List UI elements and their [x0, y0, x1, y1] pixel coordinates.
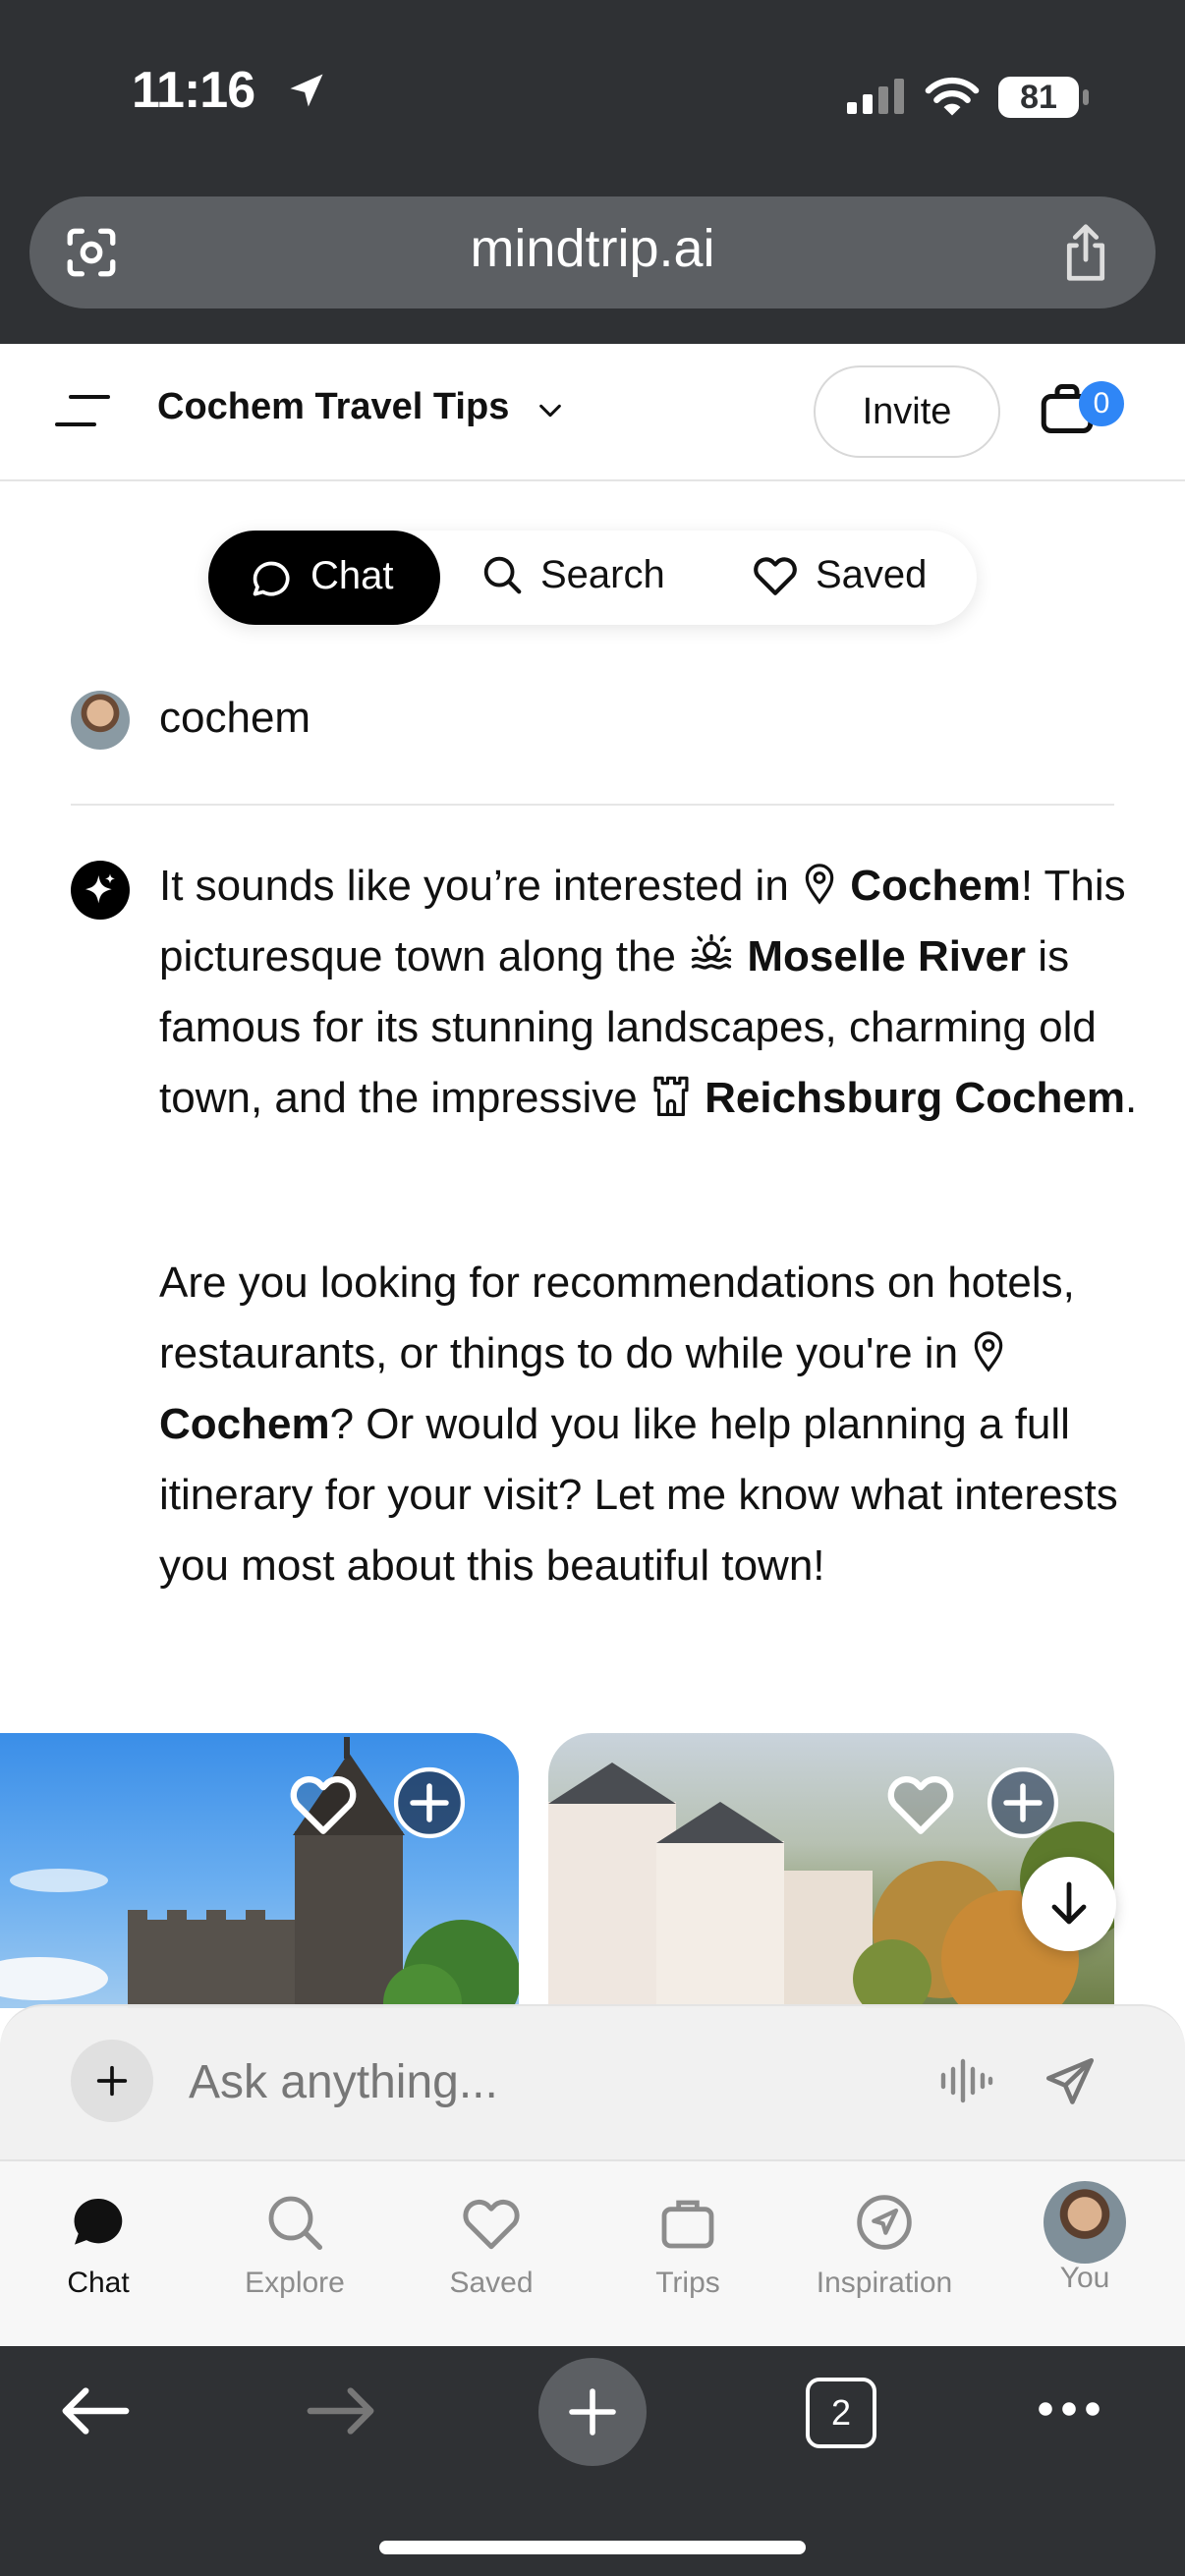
place-link-reichsburg-cochem[interactable]: Reichsburg Cochem — [705, 1074, 1125, 1122]
place-card-hotel[interactable] — [548, 1733, 1114, 2008]
back-arrow-icon[interactable] — [57, 2381, 132, 2440]
nav-you-label: You — [1059, 2262, 1110, 2294]
plus-icon — [96, 2065, 128, 2097]
nav-you[interactable]: You — [987, 2181, 1183, 2295]
add-to-trip-button[interactable] — [393, 1766, 466, 1839]
nav-inspiration[interactable]: Inspiration — [786, 2191, 983, 2300]
heart-icon — [754, 557, 797, 595]
sparkle-icon — [85, 873, 115, 904]
place-card-reichsburg[interactable] — [0, 1733, 519, 2008]
assistant-message-paragraph-2: Are you looking for recommendations on h… — [159, 1248, 1142, 1601]
menu-icon[interactable] — [55, 393, 112, 428]
new-tab-button[interactable] — [538, 2358, 647, 2466]
tab-saved[interactable]: Saved — [751, 552, 927, 597]
voice-icon[interactable] — [939, 2055, 994, 2106]
user-query: cochem — [159, 694, 311, 742]
invite-button[interactable]: Invite — [814, 365, 1000, 458]
tab-chat[interactable]: Chat — [208, 531, 440, 625]
arrow-down-icon — [1051, 1881, 1087, 1925]
compass-icon — [857, 2195, 912, 2250]
battery-indicator: 81 — [998, 77, 1089, 118]
cart-count-badge: 0 — [1079, 381, 1124, 426]
heart-icon — [463, 2199, 520, 2250]
map-pin-icon — [805, 864, 834, 905]
location-arrow-icon — [290, 74, 323, 107]
tabs-button[interactable]: 2 — [806, 2378, 876, 2448]
nav-inspiration-label: Inspiration — [816, 2267, 953, 2299]
map-pin-icon — [975, 1331, 1003, 1372]
assistant-avatar — [71, 861, 130, 920]
nav-chat-label: Chat — [67, 2267, 130, 2299]
trip-title[interactable]: Cochem Travel Tips — [157, 386, 509, 428]
search-icon — [268, 2196, 322, 2250]
message-text: It sounds like you’re interested in — [159, 862, 802, 910]
message-text: . — [1125, 1074, 1138, 1122]
tab-chat-label: Chat — [310, 554, 394, 597]
place-link-moselle-river[interactable]: Moselle River — [747, 932, 1026, 980]
wifi-icon — [925, 77, 980, 116]
divider — [71, 804, 1114, 806]
share-icon[interactable] — [1057, 222, 1114, 283]
forward-arrow-icon[interactable] — [305, 2381, 379, 2440]
nav-trips-label: Trips — [655, 2267, 720, 2299]
tab-saved-label: Saved — [816, 552, 928, 596]
nav-saved[interactable]: Saved — [393, 2191, 590, 2300]
nav-explore-label: Explore — [245, 2267, 345, 2299]
profile-avatar — [1044, 2181, 1126, 2264]
place-link-cochem[interactable]: Cochem — [159, 1400, 330, 1448]
send-icon[interactable] — [1040, 2053, 1100, 2110]
castle-icon — [653, 1076, 689, 1117]
tab-search[interactable]: Search — [480, 552, 665, 597]
place-link-cochem[interactable]: Cochem — [850, 862, 1021, 910]
status-time: 11:16 — [132, 62, 255, 119]
heart-icon[interactable] — [882, 1768, 959, 1837]
search-icon — [483, 556, 522, 594]
plus-icon — [569, 2388, 616, 2436]
add-to-trip-button[interactable] — [987, 1766, 1059, 1839]
nav-trips[interactable]: Trips — [590, 2191, 786, 2300]
assistant-message-paragraph-1: It sounds like you’re interested in Coch… — [159, 851, 1142, 1134]
ask-input[interactable]: Ask anything... — [189, 2055, 498, 2109]
scroll-to-bottom-button[interactable] — [1022, 1857, 1116, 1951]
nav-saved-label: Saved — [449, 2267, 534, 2299]
chat-bubble-icon — [253, 561, 290, 596]
user-avatar — [71, 691, 130, 750]
nav-chat[interactable]: Chat — [0, 2191, 197, 2300]
home-indicator — [379, 2541, 806, 2554]
more-icon[interactable] — [1034, 2397, 1104, 2421]
chevron-down-icon[interactable] — [536, 401, 564, 420]
nav-explore[interactable]: Explore — [197, 2191, 393, 2300]
attach-button[interactable] — [71, 2040, 153, 2122]
suitcase-icon — [661, 2200, 714, 2249]
chat-bubble-icon — [74, 2198, 123, 2245]
signal-icon — [847, 79, 904, 114]
river-icon — [692, 933, 732, 970]
url-text[interactable]: mindtrip.ai — [0, 218, 1185, 279]
heart-icon[interactable] — [285, 1768, 362, 1837]
tab-search-label: Search — [540, 552, 665, 596]
message-text: Are you looking for recommendations on h… — [159, 1259, 1075, 1377]
message-composer — [0, 2004, 1185, 2161]
